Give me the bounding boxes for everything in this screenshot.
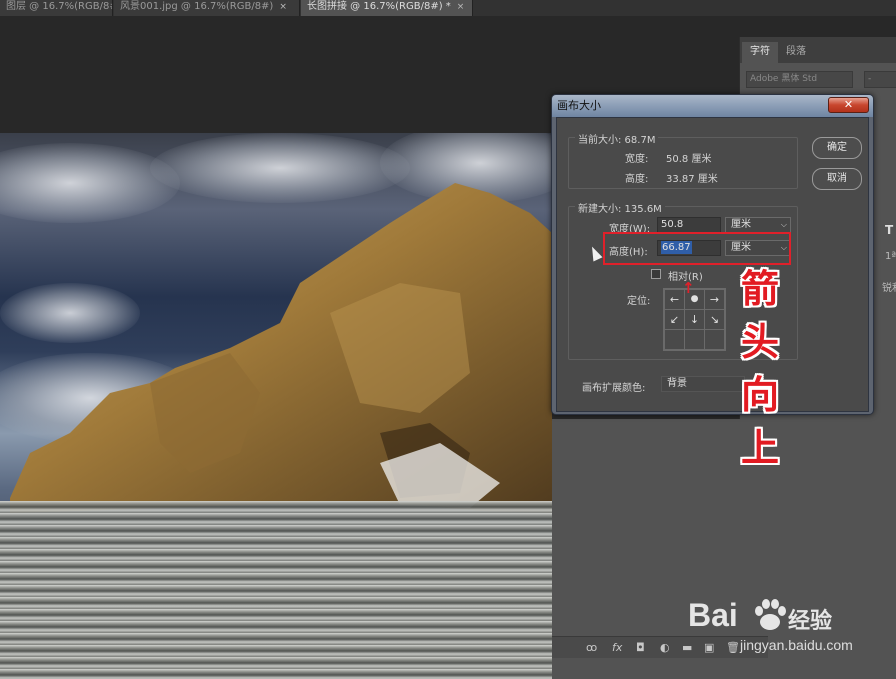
tab-layers-doc[interactable]: 图层 @ 16.7%(RGB/8#)× <box>0 0 113 16</box>
anchor-down-left-arrow-icon[interactable]: ↙ <box>664 309 685 330</box>
close-button[interactable]: ✕ <box>828 97 869 113</box>
current-width-value: 50.8 厘米 <box>666 154 712 165</box>
text-tool-icon[interactable]: T <box>885 223 893 237</box>
current-width-label: 宽度: <box>625 154 649 165</box>
document-canvas[interactable] <box>0 133 552 679</box>
chevron-down-icon: ⌵ <box>780 220 787 229</box>
baidu-logo-text: Bai <box>688 597 738 633</box>
current-height-value: 33.87 厘米 <box>666 174 718 185</box>
anchor-label: 定位: <box>627 296 651 307</box>
baseline-icon[interactable]: 1ª <box>885 251 896 262</box>
anchor-grid[interactable]: ← ● → ↙ ↓ ↘ <box>663 288 726 351</box>
arrow-up-icon: ↑ <box>682 279 695 297</box>
extension-color-value: 背景 <box>667 378 687 389</box>
anchor-down-arrow-icon[interactable]: ↓ <box>684 309 705 330</box>
watermark-url: jingyan.baidu.com <box>740 637 853 653</box>
sea-waves <box>0 501 552 679</box>
font-style-field[interactable]: - <box>864 71 896 88</box>
new-size-label: 新建大小: 135.6M <box>575 200 665 215</box>
dialog-title: 画布大小 <box>552 95 873 117</box>
cancel-button[interactable]: 取消 <box>812 168 862 190</box>
relative-checkbox[interactable] <box>651 269 661 279</box>
annotation-char: 头 <box>740 320 779 364</box>
current-height-label: 高度: <box>625 174 649 185</box>
tab-label: 风景001.jpg @ 16.7%(RGB/8#) <box>120 1 274 12</box>
tab-label: 长图拼接 @ 16.7%(RGB/8#) * <box>307 1 451 12</box>
annotation-char: 上 <box>740 426 779 470</box>
tab-label: 图层 @ 16.7%(RGB/8#) <box>6 1 113 12</box>
tab-paragraph[interactable]: 段落 <box>778 42 814 63</box>
anchor-down-right-arrow-icon[interactable]: ↘ <box>704 309 725 330</box>
extension-color-label: 画布扩展颜色: <box>582 383 646 394</box>
width-unit-value: 厘米 <box>731 219 751 230</box>
mask-icon[interactable]: ◘ <box>636 641 645 654</box>
current-size-label: 当前大小: 68.7M <box>575 131 659 146</box>
font-family-field[interactable]: Adobe 黑体 Std <box>746 71 853 88</box>
paw-icon <box>755 599 786 630</box>
annotation-char: 向 <box>740 373 779 417</box>
close-icon[interactable]: × <box>279 2 287 12</box>
document-tab-bar: 图层 @ 16.7%(RGB/8#)× 风景001.jpg @ 16.7%(RG… <box>0 0 896 16</box>
fx-icon[interactable]: fx <box>612 641 622 654</box>
baidu-watermark: Bai 经验 jingyan.baidu.com <box>688 595 888 665</box>
anchor-right-arrow-icon[interactable]: → <box>704 289 725 310</box>
panel-tab-bar: 字符 段落 <box>740 37 896 63</box>
annotation-text: 箭 头 向 上 <box>739 263 781 475</box>
annotation-char: 箭 <box>740 267 779 311</box>
ok-button[interactable]: 确定 <box>812 137 862 159</box>
photoshop-window: 图层 @ 16.7%(RGB/8#)× 风景001.jpg @ 16.7%(RG… <box>0 0 896 679</box>
anchor-cell[interactable] <box>704 329 725 350</box>
link-icon[interactable]: ꝏ <box>586 641 597 654</box>
extension-color-select[interactable]: 背景 <box>661 376 745 392</box>
width-input[interactable]: 50.8 <box>657 217 721 233</box>
tab-character[interactable]: 字符 <box>742 42 778 63</box>
antialias-label: 锐利 <box>882 283 896 294</box>
anchor-cell[interactable] <box>684 329 705 350</box>
width-unit-select[interactable]: 厘米 ⌵ <box>725 217 791 233</box>
tab-long-image-doc[interactable]: 长图拼接 @ 16.7%(RGB/8#) * × <box>301 0 473 16</box>
close-icon[interactable]: × <box>457 2 465 12</box>
adjustment-icon[interactable]: ◐ <box>660 641 670 654</box>
highlight-box <box>603 232 791 265</box>
tab-landscape-doc[interactable]: 风景001.jpg @ 16.7%(RGB/8#) × <box>114 0 300 16</box>
watermark-label: 经验 <box>788 609 833 634</box>
anchor-cell[interactable] <box>664 329 685 350</box>
